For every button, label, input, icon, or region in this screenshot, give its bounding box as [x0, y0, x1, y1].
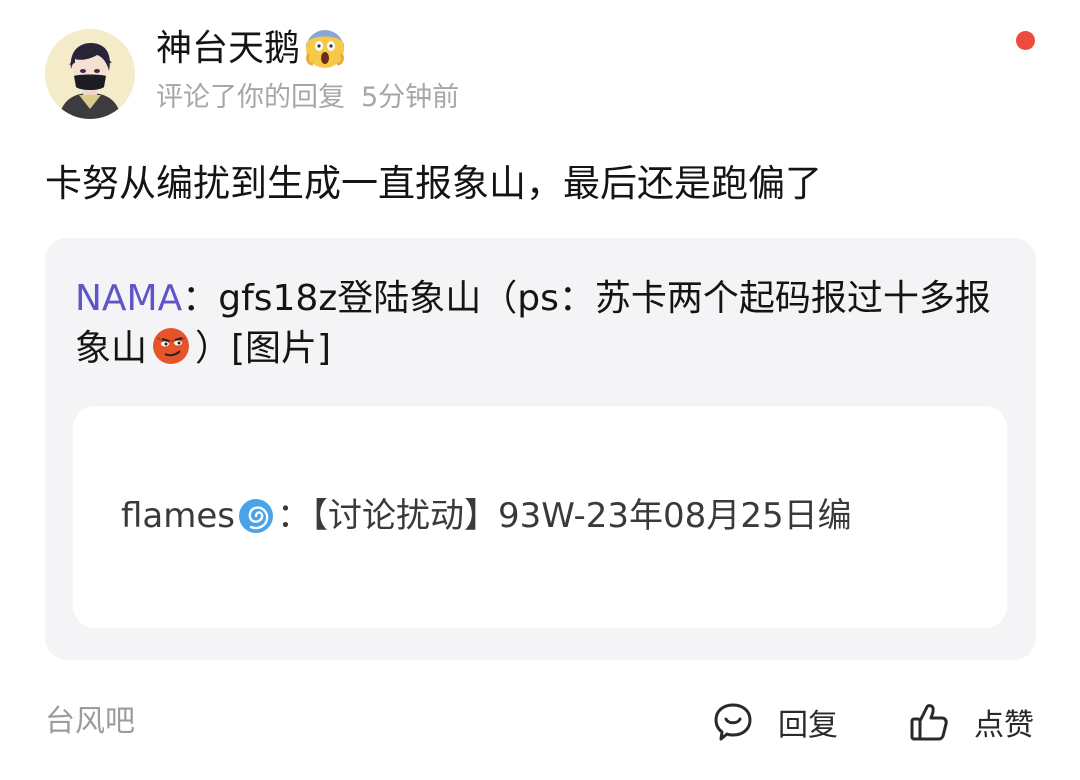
- quoted-author[interactable]: NAMA: [75, 278, 182, 319]
- notification-subline: 评论了你的回复 5分钟前: [156, 80, 459, 116]
- forum-name[interactable]: 台风吧: [45, 702, 135, 742]
- comment-bubble-icon: [712, 701, 754, 743]
- nested-quote-card[interactable]: flames ：【讨论扰动】93W-23年08月25日编: [73, 406, 1007, 628]
- nested-quote-author[interactable]: flames: [121, 492, 235, 540]
- unread-dot: [1016, 31, 1035, 50]
- nested-quote-text: flames ：【讨论扰动】93W-23年08月25日编: [121, 492, 852, 540]
- avatar[interactable]: [45, 29, 135, 119]
- like-label: 点赞: [974, 708, 1034, 743]
- face-screaming-icon: [304, 28, 346, 70]
- comment-text[interactable]: 卡努从编扰到生成一直报象山，最后还是跑偏了: [45, 158, 822, 210]
- reply-button[interactable]: 回复: [712, 700, 838, 744]
- thumbs-up-icon: [908, 701, 950, 743]
- user-name[interactable]: 神台天鹅: [156, 25, 346, 73]
- user-name-text: 神台天鹅: [156, 28, 301, 69]
- like-button[interactable]: 点赞: [908, 700, 1034, 744]
- smirk-ball-emoji-icon: [151, 326, 191, 366]
- quoted-text-part2: ）[图片]: [195, 328, 332, 369]
- cyclone-icon: [237, 497, 275, 535]
- quoted-reply-text: NAMA：gfs18z登陆象山（ps：苏卡两个起码报过十多报象山 ）[图片]: [75, 274, 1015, 374]
- timestamp: 5分钟前: [361, 82, 460, 113]
- reply-label: 回复: [778, 708, 838, 743]
- quoted-reply-card[interactable]: NAMA：gfs18z登陆象山（ps：苏卡两个起码报过十多报象山 ）[图片] f…: [45, 238, 1036, 660]
- nested-quote-body: ：【讨论扰动】93W-23年08月25日编: [277, 496, 852, 536]
- action-text: 评论了你的回复: [156, 82, 345, 113]
